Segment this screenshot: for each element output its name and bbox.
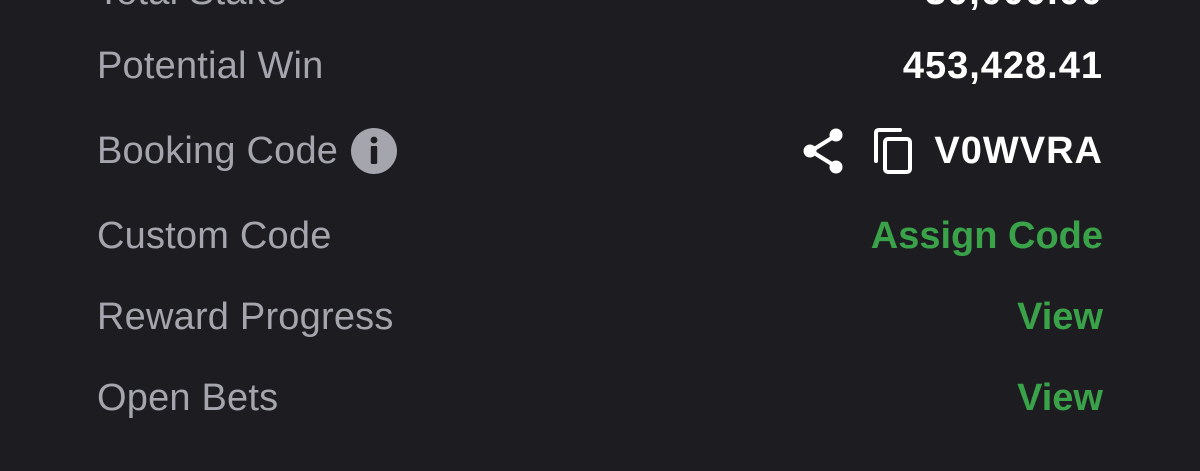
- booking-code-label: Booking Code: [97, 129, 339, 172]
- custom-code-label: Custom Code: [97, 214, 332, 257]
- reward-progress-view-link[interactable]: View: [1017, 296, 1103, 339]
- open-bets-view-link[interactable]: View: [1017, 377, 1103, 420]
- open-bets-label: Open Bets: [97, 376, 279, 419]
- booking-code-value-group: V0WVRA: [800, 127, 1103, 175]
- potential-win-value: 453,428.41: [902, 44, 1103, 87]
- copy-icon[interactable]: [872, 127, 914, 175]
- open-bets-row: Open Bets View: [97, 368, 1103, 428]
- assign-code-button[interactable]: Assign Code: [871, 215, 1103, 258]
- summary-row-partial: Total Stake 30,000.00: [97, 0, 1103, 22]
- booking-code-value[interactable]: V0WVRA: [934, 130, 1103, 173]
- potential-win-row: Potential Win 453,428.41: [97, 36, 1103, 96]
- info-icon[interactable]: [350, 127, 398, 175]
- row-value: 30,000.00: [925, 0, 1103, 14]
- booking-code-row: Booking Code V0WVRA: [97, 121, 1103, 181]
- booking-code-label-group: Booking Code: [97, 127, 398, 175]
- bet-summary-panel: Total Stake 30,000.00 Potential Win 453,…: [0, 0, 1200, 471]
- share-icon[interactable]: [800, 127, 846, 175]
- potential-win-label: Potential Win: [97, 44, 324, 87]
- reward-progress-label: Reward Progress: [97, 295, 394, 338]
- row-label: Total Stake: [97, 0, 287, 14]
- custom-code-row: Custom Code Assign Code: [97, 206, 1103, 266]
- reward-progress-row: Reward Progress View: [97, 287, 1103, 347]
